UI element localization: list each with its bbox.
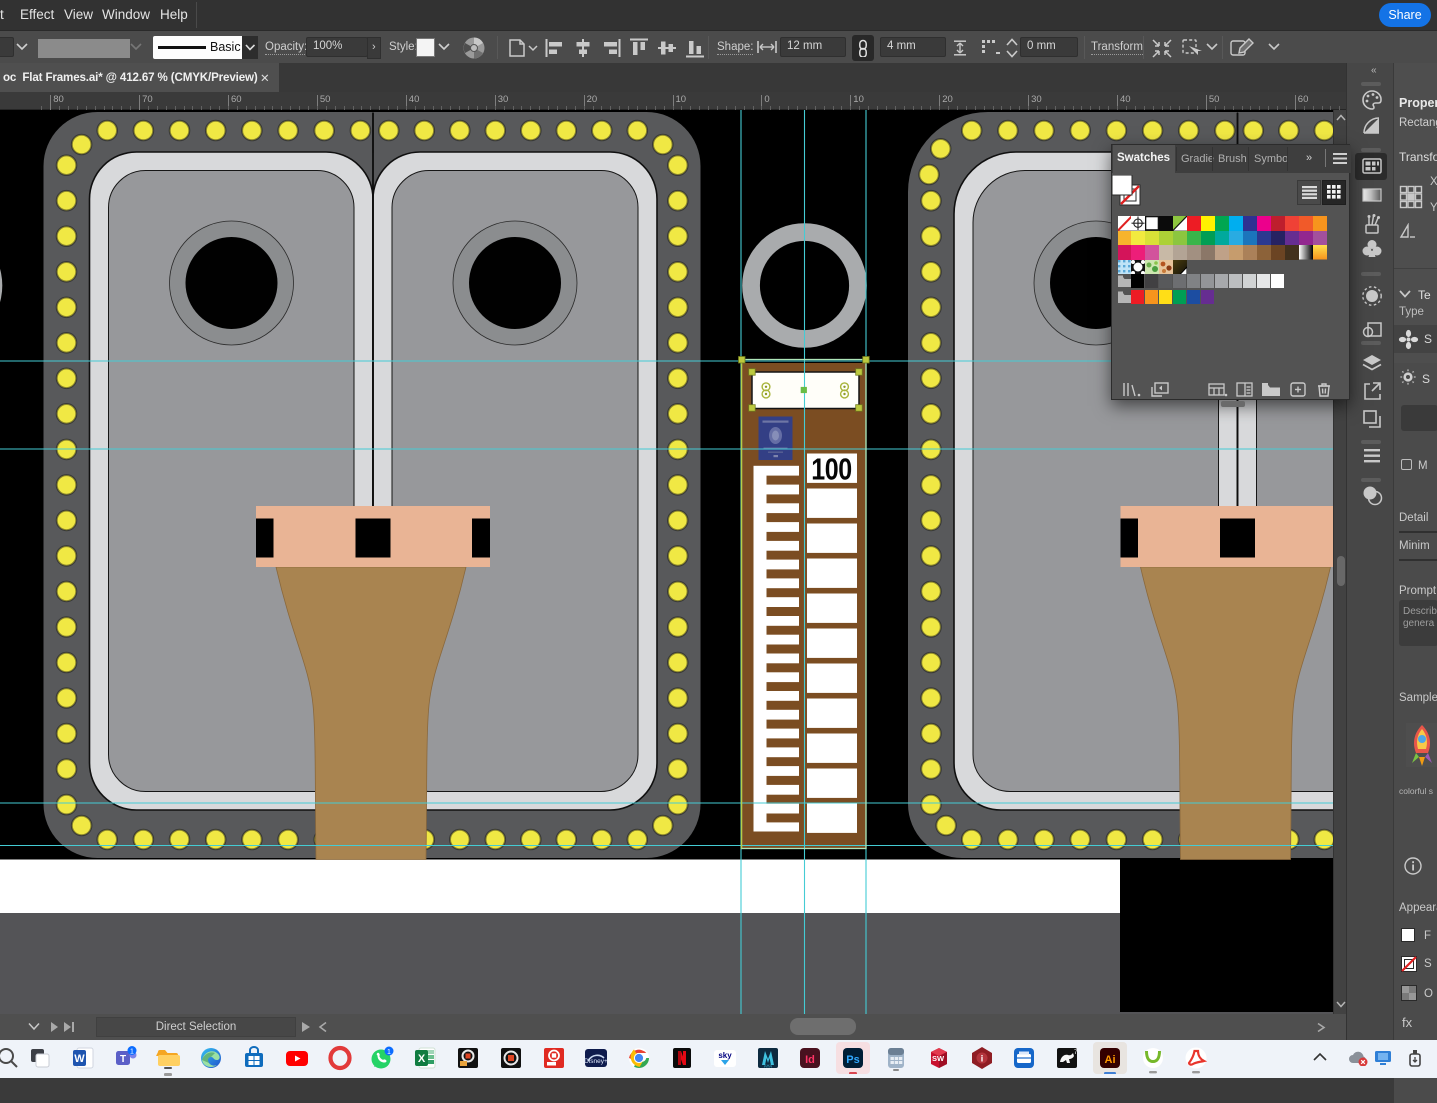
svg-text:Ai: Ai	[1105, 1054, 1116, 1066]
svg-text:X: X	[418, 1053, 426, 1065]
svg-text:1: 1	[130, 1049, 134, 1056]
svg-text:1: 1	[387, 1049, 391, 1056]
svg-text:AYA: AYA	[764, 1064, 772, 1069]
svg-text:Ps: Ps	[846, 1054, 859, 1066]
svg-text:T: T	[120, 1054, 126, 1065]
svg-text:Id: Id	[805, 1054, 815, 1066]
svg-text:W: W	[74, 1053, 85, 1065]
svg-text:SW: SW	[932, 1054, 945, 1063]
svg-text:sky: sky	[718, 1051, 732, 1060]
svg-text:100: 100	[811, 452, 851, 486]
svg-text:7: 7	[1074, 1050, 1078, 1056]
svg-text:Disney+: Disney+	[584, 1058, 608, 1065]
svg-text:i: i	[981, 1054, 984, 1064]
